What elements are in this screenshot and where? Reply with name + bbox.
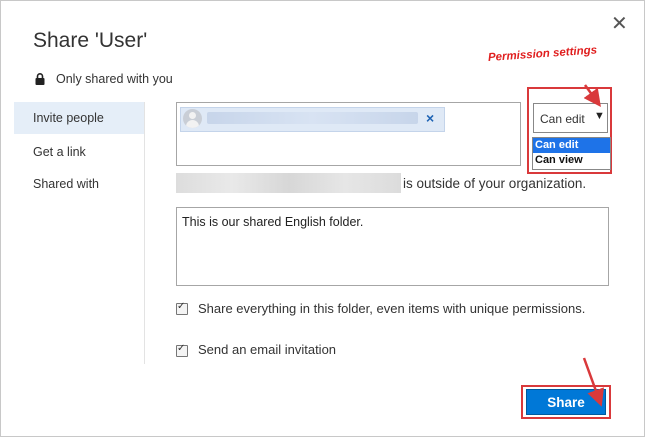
annotation-arrow-permission — [583, 84, 601, 108]
annotation-arrow-share — [582, 357, 604, 407]
annotation-arrows — [582, 84, 604, 407]
